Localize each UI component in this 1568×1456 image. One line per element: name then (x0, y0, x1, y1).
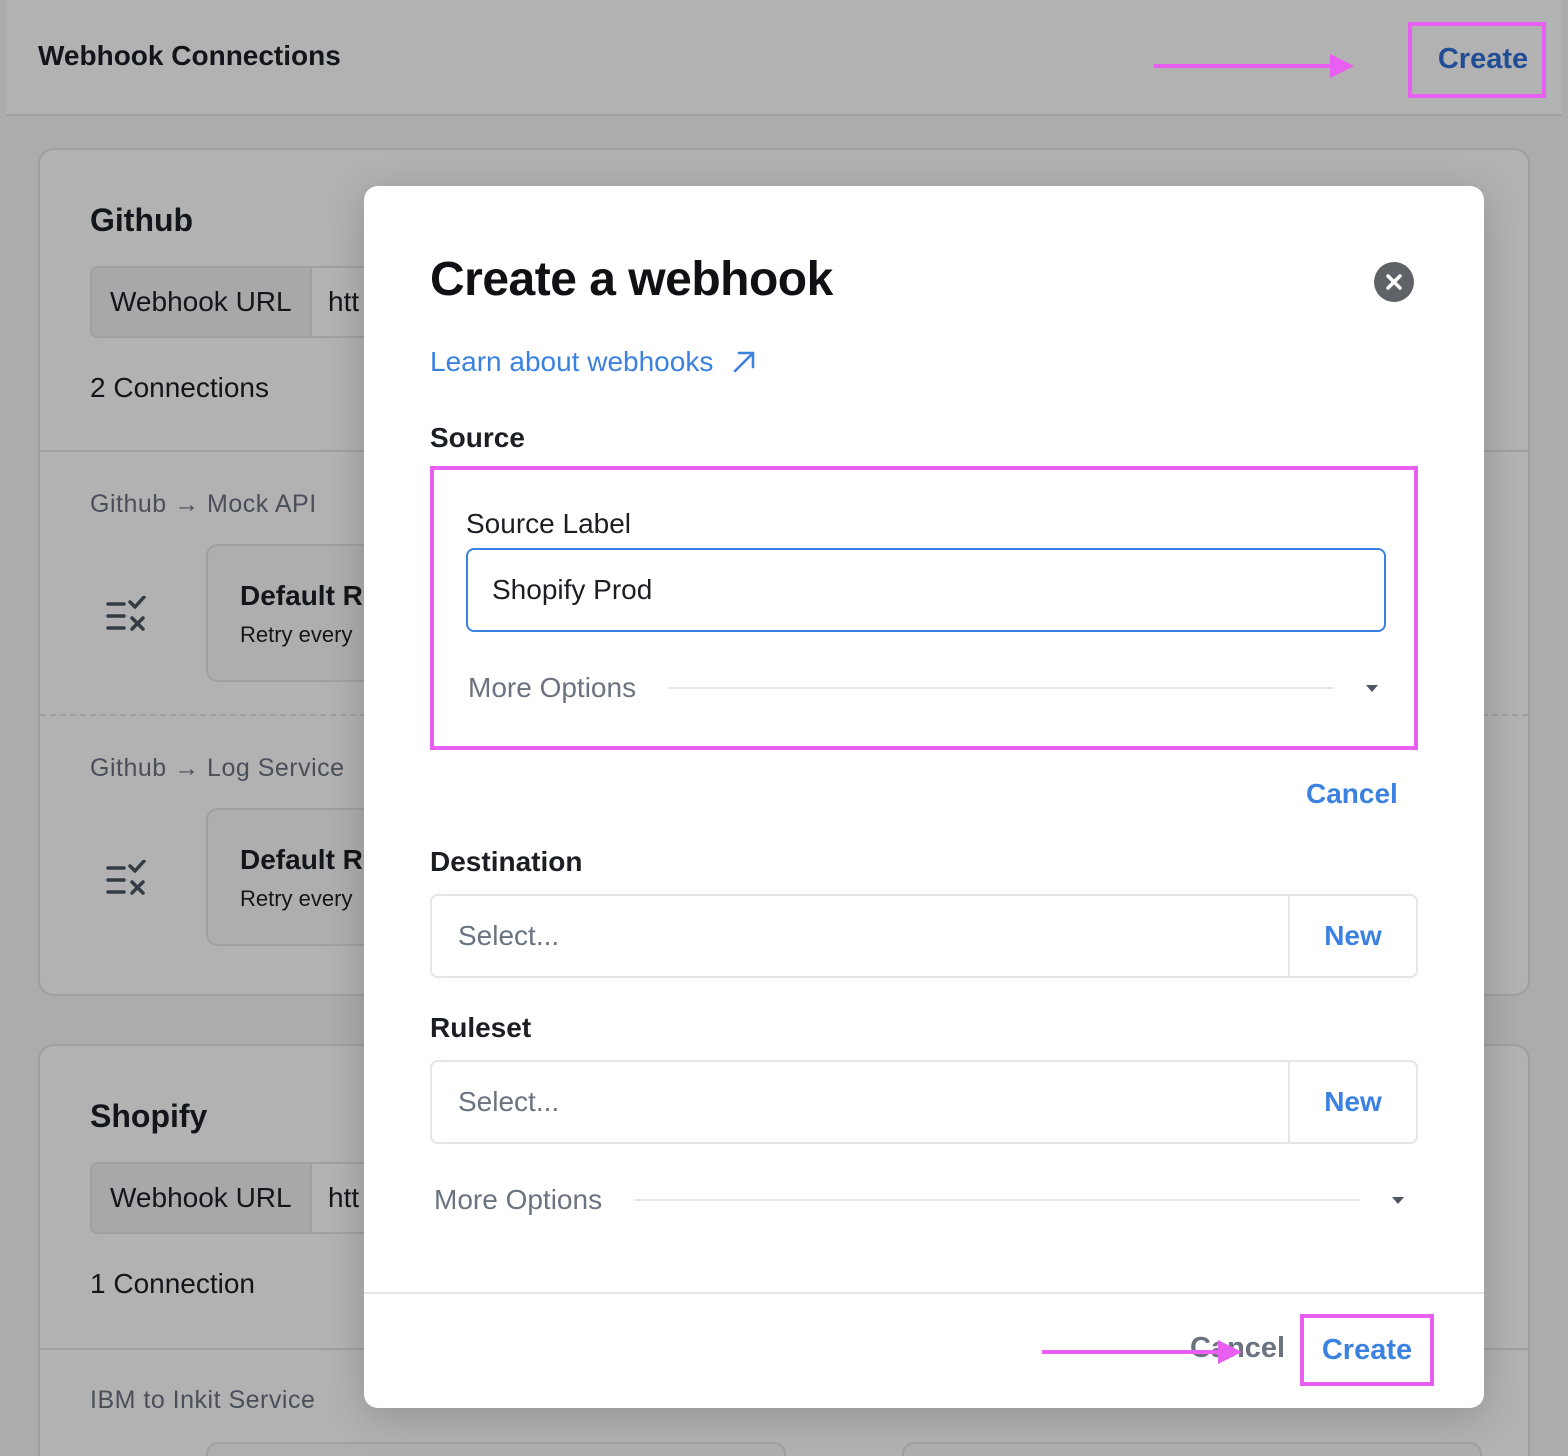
highlight-box (1408, 22, 1546, 98)
create-button[interactable]: Create (1300, 1314, 1434, 1386)
source-form: Source Label More Options (430, 466, 1418, 750)
annotation-arrow (1042, 1340, 1242, 1364)
learn-link-label: Learn about webhooks (430, 346, 714, 377)
close-button[interactable] (1374, 262, 1414, 302)
source-label-title: Source Label (466, 508, 632, 539)
source-cancel-button[interactable]: Cancel (1306, 778, 1398, 810)
close-icon (1386, 274, 1402, 290)
ruleset-section-label: Ruleset (430, 1012, 532, 1043)
create-webhook-modal: Create a webhook Learn about webhooks So… (364, 186, 1484, 1408)
source-section-label: Source (430, 422, 525, 453)
learn-about-webhooks-link[interactable]: Learn about webhooks (430, 346, 757, 378)
external-link-arrow-icon (734, 351, 755, 373)
more-options-label: More Options (468, 672, 637, 703)
caret-down-icon (1392, 1196, 1404, 1204)
more-options-label: More Options (434, 1184, 603, 1215)
modal-title: Create a webhook (430, 253, 833, 306)
ruleset-select-group: Select... New (430, 1060, 1418, 1144)
destination-section-label: Destination (430, 846, 583, 877)
source-more-options-toggle[interactable]: More Options (468, 672, 1378, 704)
divider (634, 1199, 1360, 1201)
more-options-toggle[interactable]: More Options (434, 1184, 1404, 1216)
source-label-input[interactable] (466, 548, 1386, 632)
divider (668, 687, 1334, 689)
destination-select-group: Select... New (430, 894, 1418, 978)
modal-footer-divider (364, 1292, 1484, 1294)
caret-down-icon (1366, 684, 1378, 692)
annotation-arrow (1154, 54, 1354, 78)
new-ruleset-button[interactable]: New (1288, 1062, 1416, 1142)
ruleset-select[interactable]: Select... (432, 1062, 1288, 1142)
new-destination-button[interactable]: New (1288, 896, 1416, 976)
destination-select[interactable]: Select... (432, 896, 1288, 976)
